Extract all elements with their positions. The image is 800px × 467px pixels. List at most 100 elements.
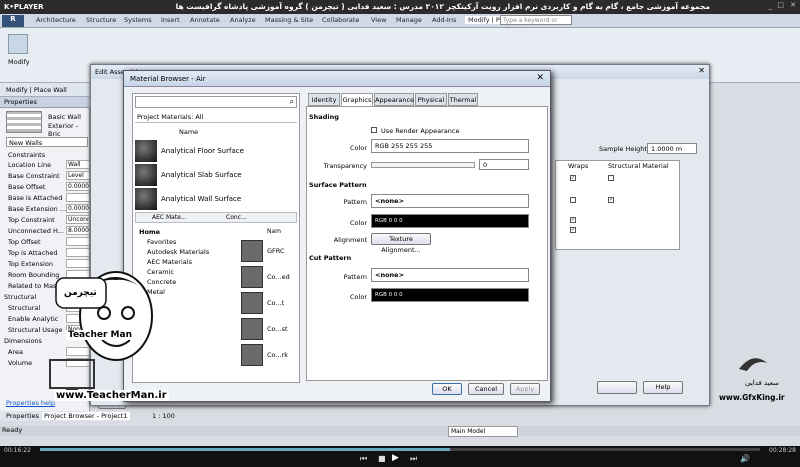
apply-button[interactable]: Apply xyxy=(510,383,540,395)
material-thumbnail xyxy=(135,188,157,210)
edit-assembly-close-icon[interactable]: ✕ xyxy=(698,66,705,75)
library-material-thumbnail[interactable] xyxy=(241,240,263,262)
cut-color-field[interactable]: RGB 0 0 0 xyxy=(371,288,529,302)
tab-annotate[interactable]: Annotate xyxy=(190,16,220,24)
tab-collaborate[interactable]: Collaborate xyxy=(322,16,359,24)
property-label: Structural xyxy=(8,304,41,312)
material-thumbnail xyxy=(135,164,157,186)
property-label: Base is Attached xyxy=(8,194,63,202)
tab-manage[interactable]: Manage xyxy=(396,16,422,24)
main-model-select[interactable]: Main Model xyxy=(448,426,518,437)
surface-pattern-field[interactable]: <none> xyxy=(371,194,529,208)
surface-color-field[interactable]: RGB 0 0 0 xyxy=(371,214,529,228)
gfxking-logo-icon xyxy=(739,358,767,371)
close-icon[interactable]: ✕ xyxy=(790,1,796,9)
tab-systems[interactable]: Systems xyxy=(124,16,152,24)
properties-header: Properties xyxy=(0,97,90,108)
watermark-site: www.TeacherMan.ir xyxy=(54,390,169,401)
wraps-checkbox[interactable] xyxy=(570,197,576,203)
tab-addins[interactable]: Add-Ins xyxy=(432,16,456,24)
library-tree-item[interactable]: Autodesk Materials xyxy=(147,248,209,256)
library-material-thumbnail[interactable] xyxy=(241,318,263,340)
tab-properties[interactable]: Properties xyxy=(6,412,39,420)
browser-tabs: Properties Project Browser - Project1 xyxy=(0,411,130,421)
use-render-checkbox[interactable] xyxy=(371,127,377,133)
tab-physical[interactable]: Physical xyxy=(415,93,447,106)
time-total: 00:28:28 xyxy=(769,447,796,454)
structural-checkbox[interactable]: ✓ xyxy=(608,197,614,203)
seek-bar[interactable] xyxy=(40,448,760,451)
tab-analyze[interactable]: Analyze xyxy=(230,16,256,24)
library-material-thumbnail[interactable] xyxy=(241,292,263,314)
tab-appearance[interactable]: Appearance xyxy=(374,93,414,106)
tab-thermal[interactable]: Thermal xyxy=(448,93,478,106)
tab-architecture[interactable]: Architecture xyxy=(36,16,76,24)
player-caption: مجموعه آموزشی جامع ، گام به گام و کاربرد… xyxy=(175,2,710,11)
property-value[interactable]: 0.0000 n xyxy=(66,204,90,213)
instance-filter-select[interactable]: New Walls xyxy=(6,137,88,147)
breadcrumb-item[interactable]: AEC Mate... xyxy=(152,214,187,221)
volume-icon[interactable]: 🔊 xyxy=(740,454,750,463)
material-list-item[interactable]: Analytical Floor Surface xyxy=(135,140,295,162)
transparency-slider[interactable] xyxy=(371,162,475,168)
view-scale[interactable]: 1 : 100 xyxy=(152,412,175,420)
property-value[interactable] xyxy=(66,237,90,246)
previous-icon[interactable]: ⏮ xyxy=(360,454,367,464)
tab-view[interactable]: View xyxy=(371,16,386,24)
tab-insert[interactable]: Insert xyxy=(161,16,180,24)
shading-color-label: Color xyxy=(350,144,367,152)
property-label: Base Extension ... xyxy=(8,205,67,213)
breadcrumb-item[interactable]: Conc... xyxy=(226,214,247,221)
minimize-icon[interactable]: _ xyxy=(769,2,773,10)
library-material-name: Co...t xyxy=(267,299,285,307)
tab-massing[interactable]: Massing & Site xyxy=(265,16,313,24)
property-value[interactable]: 8.0000 n xyxy=(66,226,90,235)
structural-checkbox[interactable] xyxy=(608,175,614,181)
maximize-icon[interactable]: □ xyxy=(777,1,784,9)
tab-project-browser[interactable]: Project Browser - Project1 xyxy=(42,412,130,420)
structural-material-column-header: Structural Material xyxy=(608,162,669,170)
material-list-item[interactable]: Analytical Slab Surface xyxy=(135,164,295,186)
library-tree-item[interactable]: Home xyxy=(139,228,160,236)
stop-icon[interactable]: ■ xyxy=(378,454,386,463)
property-value[interactable] xyxy=(66,193,90,202)
mb-close-icon[interactable]: ✕ xyxy=(536,73,544,83)
project-materials-filter[interactable]: Project Materials: All xyxy=(135,112,297,123)
ea-cancel-button[interactable] xyxy=(597,381,637,394)
property-value[interactable] xyxy=(66,248,90,257)
ribbon-tab-bar: R Architecture Structure Systems Insert … xyxy=(0,14,800,33)
cancel-button[interactable]: Cancel xyxy=(468,383,504,395)
play-icon[interactable]: ▶ xyxy=(392,453,399,463)
property-value[interactable]: Wall Ce xyxy=(66,160,90,169)
surface-pattern-section-header: Surface Pattern xyxy=(309,181,367,189)
app-menu-button[interactable]: R xyxy=(2,15,24,27)
ok-button[interactable]: OK xyxy=(432,383,462,395)
transparency-input[interactable]: 0 xyxy=(479,159,529,170)
modify-tool-icon[interactable] xyxy=(8,34,28,54)
cut-pattern-field[interactable]: <none> xyxy=(371,268,529,282)
tab-structure[interactable]: Structure xyxy=(86,16,116,24)
wraps-checkbox[interactable]: ✓ xyxy=(570,217,576,223)
library-tree-item[interactable]: Favorites xyxy=(147,238,176,246)
tab-graphics[interactable]: Graphics xyxy=(341,93,373,106)
material-list-item[interactable]: Analytical Wall Surface xyxy=(135,188,295,210)
property-value[interactable]: Level 1 xyxy=(66,171,90,180)
next-icon[interactable]: ⏭ xyxy=(410,454,417,464)
property-label: Top Offset xyxy=(8,238,41,246)
tab-identity[interactable]: Identity xyxy=(308,93,340,106)
property-value[interactable]: 0.0000 n xyxy=(66,182,90,191)
library-material-thumbnail[interactable] xyxy=(241,344,263,366)
teacherman-watermark: تیچرمن Teacher Man www.TeacherMan.ir xyxy=(49,258,194,418)
wraps-checkbox[interactable]: ✓ xyxy=(570,175,576,181)
help-search-input[interactable]: Type a keyword or phrase xyxy=(500,15,572,33)
properties-help-link[interactable]: Properties help xyxy=(6,399,55,407)
graphics-pane: Shading Use Render Appearance Color RGB … xyxy=(306,106,548,381)
library-material-thumbnail[interactable] xyxy=(241,266,263,288)
property-value[interactable]: Unconne xyxy=(66,215,90,224)
texture-alignment-button[interactable]: Texture Alignment... xyxy=(371,233,431,254)
shading-color-field[interactable]: RGB 255 255 255 xyxy=(371,139,529,153)
help-button[interactable]: Help xyxy=(643,381,683,394)
sample-height-input[interactable]: 1.0000 m xyxy=(647,143,697,154)
wraps-checkbox[interactable]: ✓ xyxy=(570,227,576,233)
material-search-input[interactable]: ⌕ xyxy=(135,96,297,108)
